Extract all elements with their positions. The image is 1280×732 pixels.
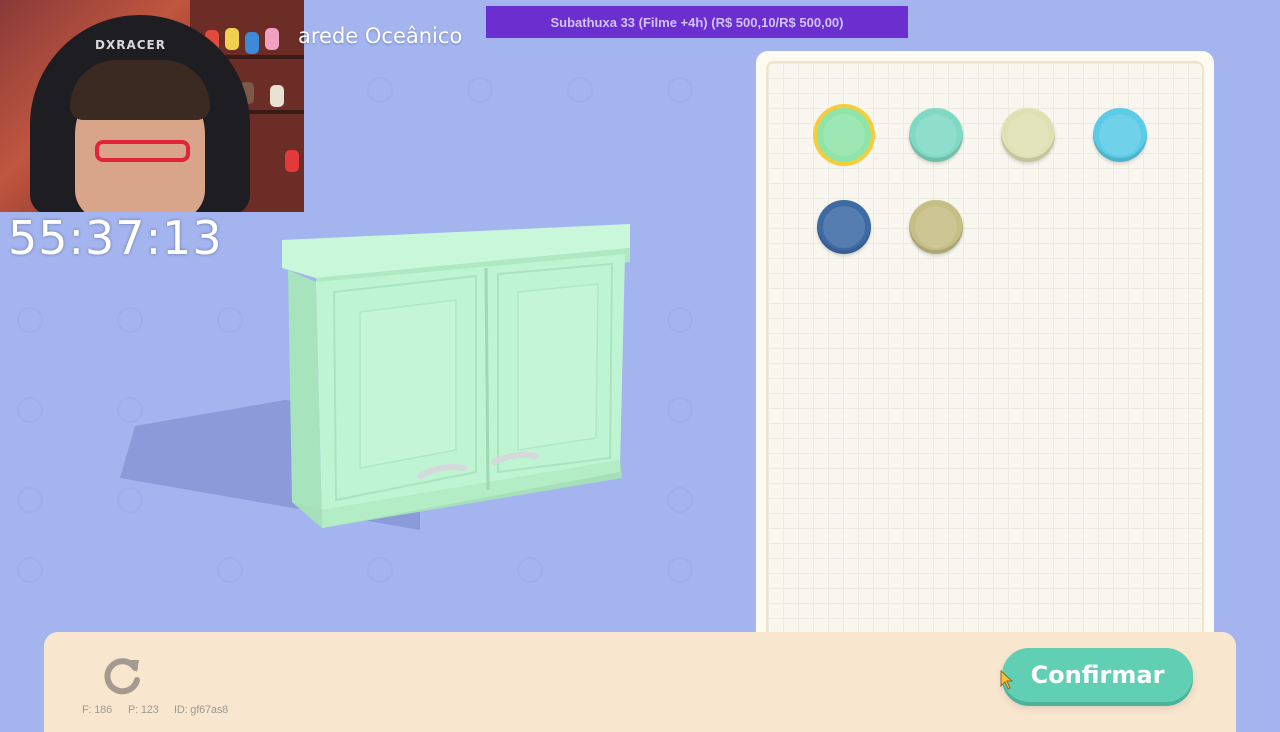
cabinet-preview (120, 210, 660, 550)
mouse-cursor-icon (1000, 670, 1014, 690)
confirm-button[interactable]: Confirmar (1002, 648, 1193, 702)
color-swatch[interactable] (1001, 108, 1055, 162)
color-grid (766, 61, 1204, 651)
debug-id: ID: gf67as8 (174, 704, 229, 716)
color-swatch[interactable] (817, 108, 871, 162)
debug-frame-count: F: 186 (82, 704, 112, 716)
color-swatch[interactable] (909, 200, 963, 254)
color-swatch[interactable] (909, 108, 963, 162)
webcam-overlay: DXRACER (0, 0, 304, 212)
cabinet-model (282, 224, 630, 528)
subathon-banner: Subathuxa 33 (Filme +4h) (R$ 500,10/R$ 5… (486, 6, 908, 38)
reset-button[interactable] (98, 654, 146, 698)
item-name: arede Oceânico (298, 24, 463, 48)
chair-brand-text: DXRACER (95, 38, 166, 52)
color-swatch[interactable] (1093, 108, 1147, 162)
color-picker-panel (756, 51, 1214, 651)
game-scene: DXRACER 55:37:13 arede Oceânico Subathux… (0, 0, 1280, 732)
debug-p-count: P: 123 (128, 704, 159, 716)
refresh-icon (104, 658, 140, 695)
color-swatch[interactable] (817, 200, 871, 254)
